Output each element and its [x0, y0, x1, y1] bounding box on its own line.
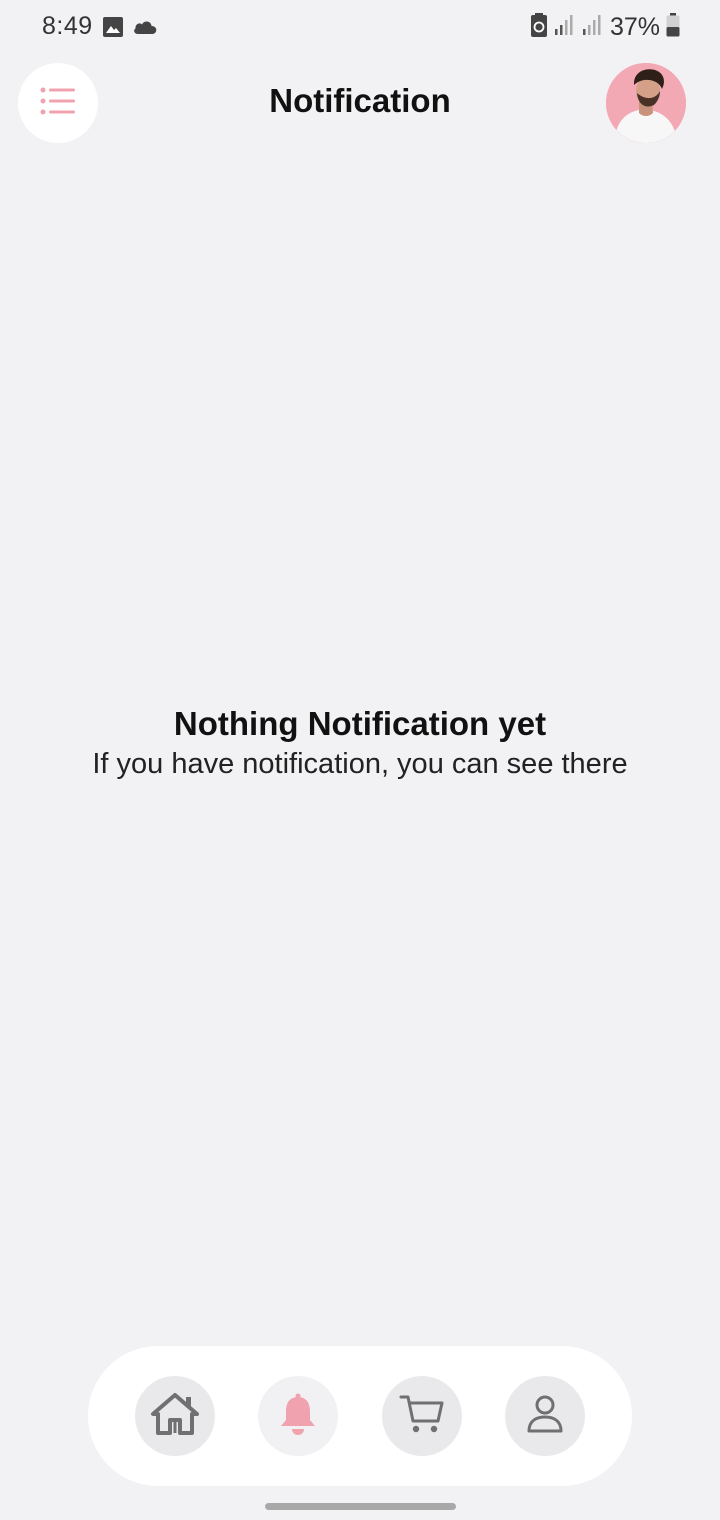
- bottom-nav: [88, 1346, 632, 1486]
- empty-state: Nothing Notification yet If you have not…: [0, 703, 720, 783]
- image-icon: [102, 16, 124, 43]
- user-icon: [525, 1394, 565, 1439]
- nav-notification-button[interactable]: [258, 1376, 338, 1456]
- battery-saver-icon: [530, 12, 548, 43]
- avatar[interactable]: [606, 63, 686, 143]
- empty-state-title: Nothing Notification yet: [173, 705, 547, 742]
- signal-icon: [554, 14, 576, 41]
- nav-home-button[interactable]: [135, 1376, 215, 1456]
- signal-icon: [582, 14, 604, 41]
- nav-cart-button[interactable]: [382, 1376, 462, 1456]
- status-bar: 8:49 37%: [0, 0, 720, 56]
- cloud-icon: [132, 18, 158, 41]
- status-right-icons: 37%: [530, 12, 680, 43]
- empty-state-subtitle: If you have notification, you can see th…: [92, 748, 628, 780]
- status-left-icons: [102, 16, 158, 43]
- avatar-image: [606, 63, 686, 143]
- home-indicator[interactable]: [265, 1503, 456, 1510]
- cart-icon: [399, 1393, 445, 1440]
- battery-icon: [666, 13, 680, 42]
- nav-profile-button[interactable]: [505, 1376, 585, 1456]
- status-time: 8:49: [42, 12, 93, 40]
- bell-icon: [278, 1392, 318, 1441]
- home-icon: [150, 1392, 200, 1441]
- battery-percent: 37%: [609, 13, 660, 41]
